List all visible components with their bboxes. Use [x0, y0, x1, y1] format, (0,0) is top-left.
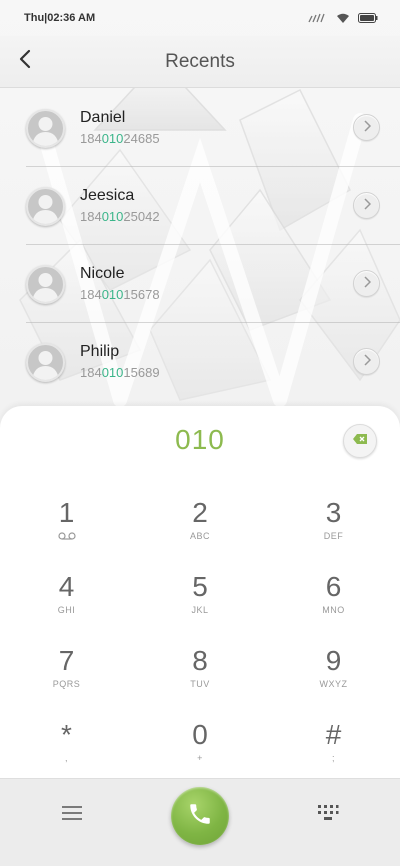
key-digit: #	[325, 719, 342, 750]
backspace-button[interactable]	[343, 424, 377, 458]
key-letters: GHI	[57, 605, 76, 615]
key-digit: 9	[325, 645, 342, 676]
key-digit: 4	[58, 571, 75, 602]
key-letters: JKL	[191, 605, 209, 615]
key-letters: WXYZ	[319, 679, 348, 689]
avatar	[26, 264, 65, 304]
page-title: Recents	[165, 50, 235, 72]
key-digit: 7	[58, 645, 75, 676]
key-digit: 1	[58, 497, 75, 528]
avatar	[26, 342, 65, 382]
key-6[interactable]: 6 MNO	[267, 568, 400, 642]
key-digit: *	[61, 719, 72, 750]
contact-number: 18401015689	[80, 365, 160, 380]
contact-row-nicole[interactable]: Nicole 18401015678	[0, 245, 400, 323]
dialed-number[interactable]: 010	[0, 424, 400, 456]
voicemail-icon	[57, 530, 76, 542]
signal-icon	[308, 13, 328, 23]
key-letters: ,	[64, 753, 68, 763]
status-bar: Thu|02:36 AM	[0, 0, 400, 36]
status-icons	[308, 13, 378, 24]
call-button[interactable]	[171, 787, 229, 845]
chevron-right-icon	[363, 275, 371, 293]
key-1[interactable]: 1	[0, 494, 133, 568]
status-time: Thu|02:36 AM	[24, 12, 96, 24]
contact-name: Jeesica	[80, 187, 135, 204]
key-letters: +	[197, 753, 203, 763]
person-icon	[32, 116, 59, 146]
chevron-left-icon	[18, 49, 32, 74]
contact-detail-button[interactable]	[353, 114, 380, 141]
header: Recents	[0, 36, 400, 88]
key-letters: ABC	[189, 531, 210, 541]
bottom-bar	[0, 778, 400, 866]
contact-detail-button[interactable]	[353, 348, 380, 375]
key-5[interactable]: 5 JKL	[133, 568, 267, 642]
key-digit: 6	[325, 571, 342, 602]
key-letters: TUV	[190, 679, 210, 689]
key-letters: MNO	[322, 605, 345, 615]
chevron-right-icon	[363, 197, 371, 215]
dialpad-toggle-button[interactable]	[314, 803, 342, 827]
menu-icon	[61, 805, 83, 826]
key-4[interactable]: 4 GHI	[0, 568, 133, 642]
phone-icon	[187, 801, 213, 832]
contact-row-philip[interactable]: Philip 18401015689	[0, 323, 400, 401]
backspace-icon	[352, 432, 368, 450]
contact-name: Daniel	[80, 109, 126, 126]
menu-button[interactable]	[58, 803, 86, 827]
back-button[interactable]	[10, 46, 40, 76]
person-icon	[32, 350, 59, 380]
wifi-icon	[336, 13, 350, 24]
key-letters: ;	[331, 753, 335, 763]
key-letters: PQRS	[52, 679, 81, 689]
recents-list: Daniel 18401024685 Jeesica 18401025042 N…	[0, 89, 400, 401]
key-8[interactable]: 8 TUV	[133, 642, 267, 716]
contact-name: Philip	[80, 343, 120, 360]
keypad-grid: 1 2 ABC 3 DEF 4 GHI 5 JKL 6 MNO 7 PQRS 8…	[0, 494, 400, 790]
dialpad: 010 1 2 ABC 3 DEF 4 GHI 5 JKL 6 MNO 7 PQ…	[0, 406, 400, 778]
dialpad-icon	[317, 804, 339, 827]
battery-icon	[358, 13, 378, 23]
person-icon	[32, 272, 59, 302]
contact-number: 18401025042	[80, 209, 160, 224]
avatar	[26, 108, 65, 148]
key-digit: 8	[192, 645, 208, 676]
key-2[interactable]: 2 ABC	[133, 494, 267, 568]
key-digit: 3	[325, 497, 342, 528]
contact-row-daniel[interactable]: Daniel 18401024685	[0, 89, 400, 167]
person-icon	[32, 194, 59, 224]
contact-number: 18401024685	[80, 131, 160, 146]
contact-row-jeesica[interactable]: Jeesica 18401025042	[0, 167, 400, 245]
contact-number: 18401015678	[80, 287, 160, 302]
contact-name: Nicole	[80, 265, 125, 282]
key-digit: 2	[192, 497, 208, 528]
avatar	[26, 186, 65, 226]
chevron-right-icon	[363, 119, 371, 137]
key-digit: 0	[192, 719, 208, 750]
key-7[interactable]: 7 PQRS	[0, 642, 133, 716]
contact-detail-button[interactable]	[353, 192, 380, 219]
key-9[interactable]: 9 WXYZ	[267, 642, 400, 716]
key-3[interactable]: 3 DEF	[267, 494, 400, 568]
chevron-right-icon	[363, 353, 371, 371]
key-letters: DEF	[323, 531, 344, 541]
contact-detail-button[interactable]	[353, 270, 380, 297]
key-digit: 5	[192, 571, 208, 602]
